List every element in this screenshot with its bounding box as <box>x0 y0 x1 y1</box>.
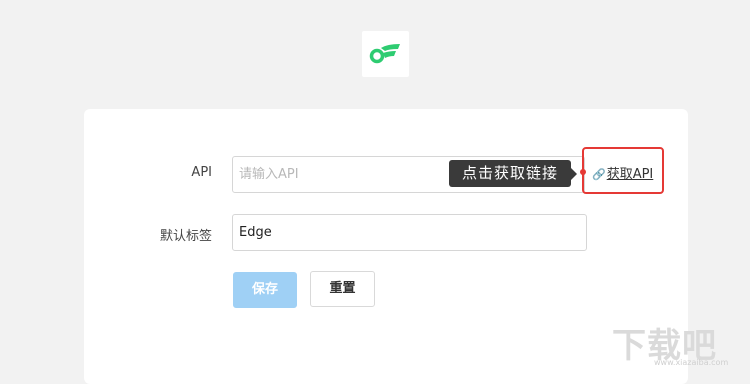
watermark-url: www.xiazaiba.com <box>654 358 729 367</box>
tag-label: 默认标签 <box>159 229 212 244</box>
api-label: API <box>191 165 212 180</box>
link-icon: 🔗 <box>592 168 606 181</box>
save-button[interactable]: 保存 <box>233 272 297 308</box>
reset-button[interactable]: 重置 <box>310 271 375 307</box>
logo-icon <box>369 44 400 64</box>
get-link-tooltip: 点击获取链接 <box>449 160 577 187</box>
get-api-link-text: 获取API <box>606 167 654 182</box>
app-logo <box>362 31 409 77</box>
get-api-link[interactable]: 🔗获取API <box>592 163 653 182</box>
watermark: 下载吧 www.xiazaiba.com <box>612 318 748 374</box>
default-tag-input[interactable] <box>232 214 587 251</box>
